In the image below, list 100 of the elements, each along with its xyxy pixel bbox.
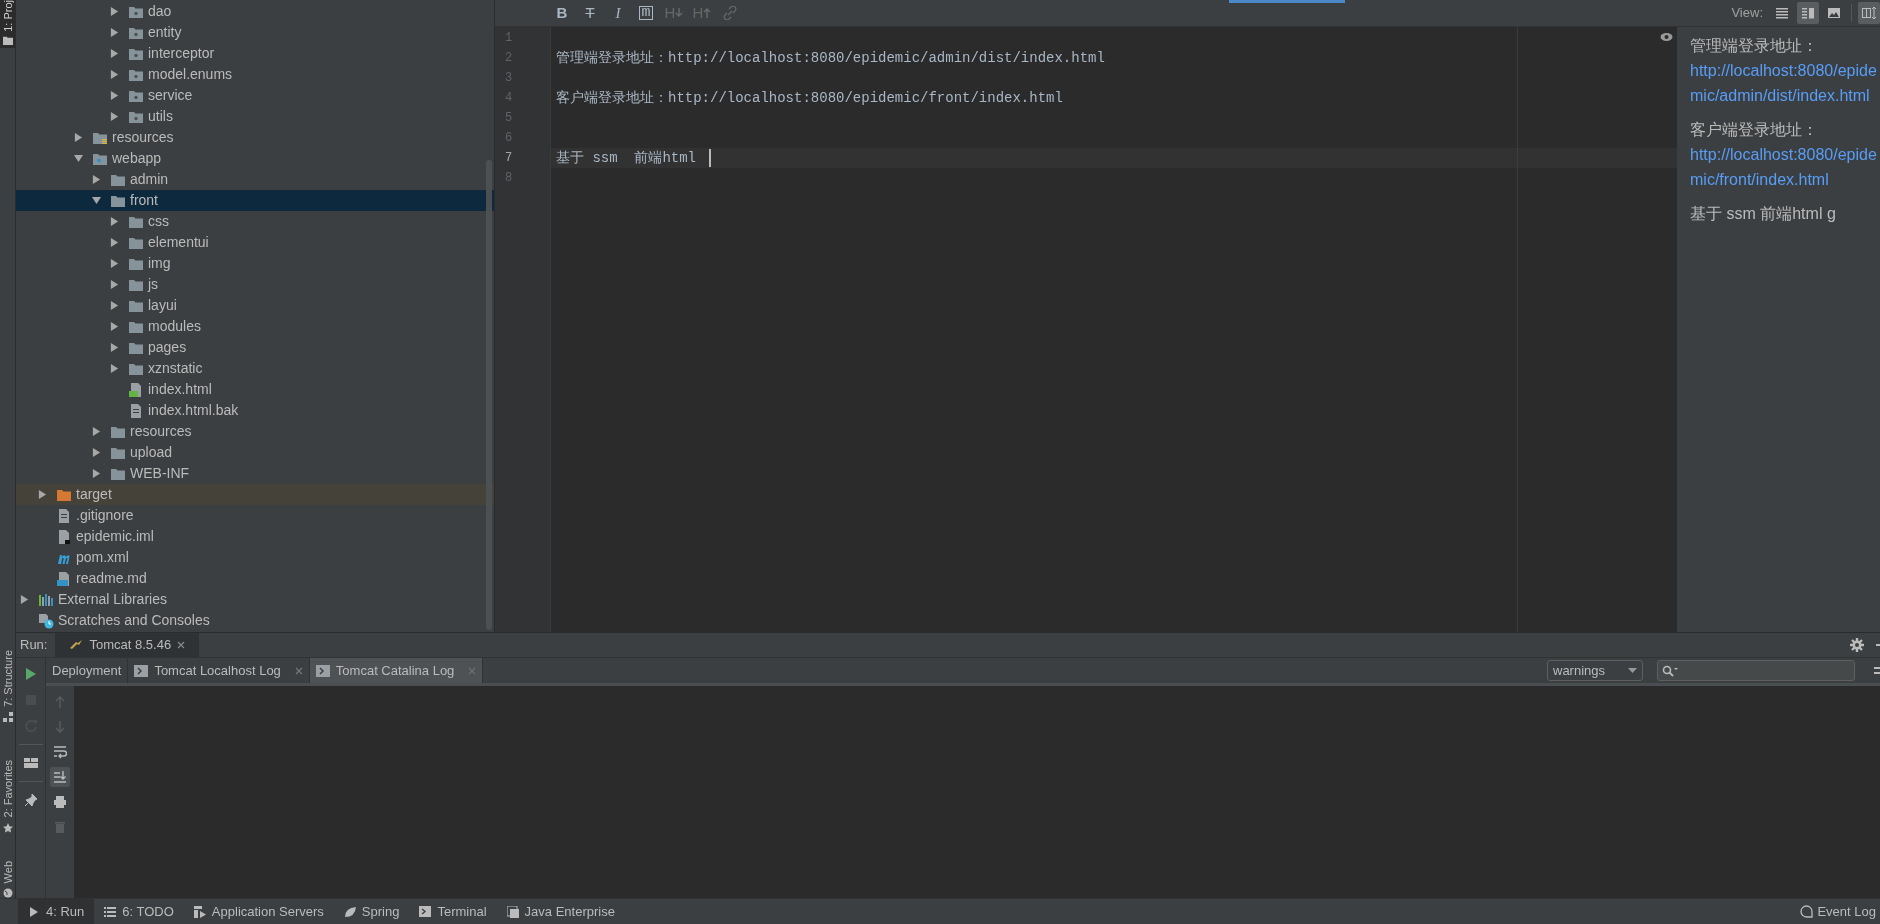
search-field[interactable] — [1657, 660, 1855, 681]
expand-arrow-icon[interactable] — [110, 217, 119, 226]
expand-arrow-icon[interactable] — [110, 364, 119, 373]
tree-item[interactable]: index.html.bak — [16, 400, 494, 421]
tree-item[interactable]: entity — [16, 22, 494, 43]
tree-item[interactable]: .gitignore — [16, 505, 494, 526]
layout-button[interactable] — [1858, 2, 1880, 24]
expand-arrow-icon[interactable] — [110, 301, 119, 310]
eye-icon[interactable] — [1660, 32, 1673, 42]
view-label: View: — [1731, 4, 1763, 23]
expand-arrow-icon[interactable] — [110, 259, 119, 268]
tree-item[interactable]: readme.md — [16, 568, 494, 589]
bold-button[interactable]: B — [550, 2, 574, 24]
tree-item[interactable]: utils — [16, 106, 494, 127]
libraries-icon — [38, 591, 54, 608]
folder-icon — [2, 35, 13, 45]
expand-arrow-icon[interactable] — [110, 7, 119, 16]
expand-arrow-icon[interactable] — [110, 280, 119, 289]
tree-item[interactable]: index.html — [16, 379, 494, 400]
pin-icon — [23, 793, 38, 807]
tree-item[interactable]: webapp — [16, 148, 494, 169]
tree-item[interactable]: xznstatic — [16, 358, 494, 379]
tool-window-button[interactable]: Spring — [333, 899, 410, 924]
run-label: Run: — [20, 636, 48, 655]
expand-arrow-icon[interactable] — [38, 490, 47, 499]
code-button[interactable]: m — [634, 2, 658, 24]
tree-item[interactable]: elementui — [16, 232, 494, 253]
expand-arrow-icon[interactable] — [92, 175, 101, 184]
tree-item[interactable]: Scratches and Consoles — [16, 610, 494, 631]
italic-button[interactable]: I — [606, 2, 630, 24]
console-icon — [134, 664, 149, 677]
expand-arrow-icon[interactable] — [110, 91, 119, 100]
expand-arrow-icon[interactable] — [110, 112, 119, 121]
expand-arrow-icon[interactable] — [110, 322, 119, 331]
tree-item[interactable]: upload — [16, 442, 494, 463]
tree-item[interactable]: resources — [16, 127, 494, 148]
preview-paragraph: 客户端登录地址： — [1690, 120, 1819, 140]
tree-item[interactable]: pages — [16, 337, 494, 358]
preview-link[interactable]: http://localhost:8080/epidemic/admin/dist/index.html — [1690, 58, 1880, 108]
tree-item[interactable]: js — [16, 274, 494, 295]
tree-item[interactable]: target — [16, 484, 494, 505]
tree-item[interactable]: interceptor — [16, 43, 494, 64]
collapse-arrow-icon[interactable] — [92, 196, 101, 205]
up-arrow-icon — [53, 695, 67, 709]
tree-item[interactable]: admin — [16, 169, 494, 190]
log-tab[interactable]: Tomcat Localhost Log — [128, 658, 310, 683]
tool-window-button[interactable]: Application Servers — [183, 899, 334, 924]
strike-button[interactable]: T — [578, 2, 602, 24]
log-tab[interactable]: Tomcat Catalina Log — [309, 658, 484, 683]
event-log-button[interactable]: Event Log — [1800, 901, 1876, 922]
tool-window-tab[interactable]: 2: Favorites — [0, 760, 16, 833]
preview-link[interactable]: http://localhost:8080/epidemic/front/index.html — [1690, 142, 1880, 192]
tree-item[interactable]: modules — [16, 316, 494, 337]
tree-item[interactable]: css — [16, 211, 494, 232]
close-icon[interactable] — [177, 641, 186, 649]
filter-dropdown[interactable]: warnings — [1547, 660, 1643, 681]
tool-window-tab[interactable]: Web — [0, 860, 16, 898]
settings-icon[interactable] — [1850, 638, 1864, 652]
tree-item[interactable]: WEB-INF — [16, 463, 494, 484]
tree-item[interactable]: dao — [16, 1, 494, 22]
code-line: 基于 ssm 前端html — [556, 148, 696, 168]
tool-window-button[interactable]: Java Enterprise — [496, 899, 625, 924]
expand-arrow-icon[interactable] — [92, 448, 101, 457]
speech-bubble-icon — [1800, 905, 1814, 918]
tool-window-button[interactable]: 6: TODO — [94, 899, 184, 924]
tree-item[interactable]: layui — [16, 295, 494, 316]
expand-arrow-icon[interactable] — [92, 427, 101, 436]
run-config-tab[interactable]: Tomcat 8.5.46 — [55, 633, 200, 657]
scrollbar-thumb[interactable] — [486, 160, 492, 630]
scroll-end-button[interactable] — [50, 767, 70, 787]
expand-arrow-icon[interactable] — [92, 469, 101, 478]
tool-window-button[interactable]: 4: Run — [18, 899, 95, 924]
tree-item[interactable]: model.enums — [16, 64, 494, 85]
expand-arrow-icon[interactable] — [20, 595, 29, 604]
expand-arrow-icon[interactable] — [110, 238, 119, 247]
tool-window-button[interactable]: Terminal — [409, 899, 497, 924]
layout-button[interactable] — [21, 755, 40, 771]
editor-only-icon — [1774, 5, 1790, 21]
tree-item[interactable]: pom.xml — [16, 547, 494, 568]
tree-item[interactable]: External Libraries — [16, 589, 494, 610]
expand-arrow-icon[interactable] — [110, 343, 119, 352]
expand-arrow-icon[interactable] — [110, 49, 119, 58]
tool-window-tab[interactable]: 7: Structure — [0, 650, 16, 723]
tomcat-icon — [69, 639, 84, 651]
tree-item[interactable]: service — [16, 85, 494, 106]
layout-icon — [23, 756, 38, 770]
expand-arrow-icon[interactable] — [74, 133, 83, 142]
close-icon[interactable] — [294, 666, 303, 675]
collapse-arrow-icon[interactable] — [74, 154, 83, 163]
tool-window-tab[interactable]: 1: Proj — [0, 0, 16, 48]
expand-arrow-icon[interactable] — [110, 28, 119, 37]
view-mode-button[interactable] — [1797, 2, 1819, 24]
scroll-to-end-icon — [53, 770, 67, 784]
arrow-icon — [703, 6, 712, 20]
tree-item[interactable]: front — [16, 190, 494, 211]
tree-item[interactable]: epidemic.iml — [16, 526, 494, 547]
tree-item[interactable]: img — [16, 253, 494, 274]
tree-item[interactable]: resources — [16, 421, 494, 442]
log-tab[interactable]: Deployment — [46, 658, 129, 683]
expand-arrow-icon[interactable] — [110, 70, 119, 79]
